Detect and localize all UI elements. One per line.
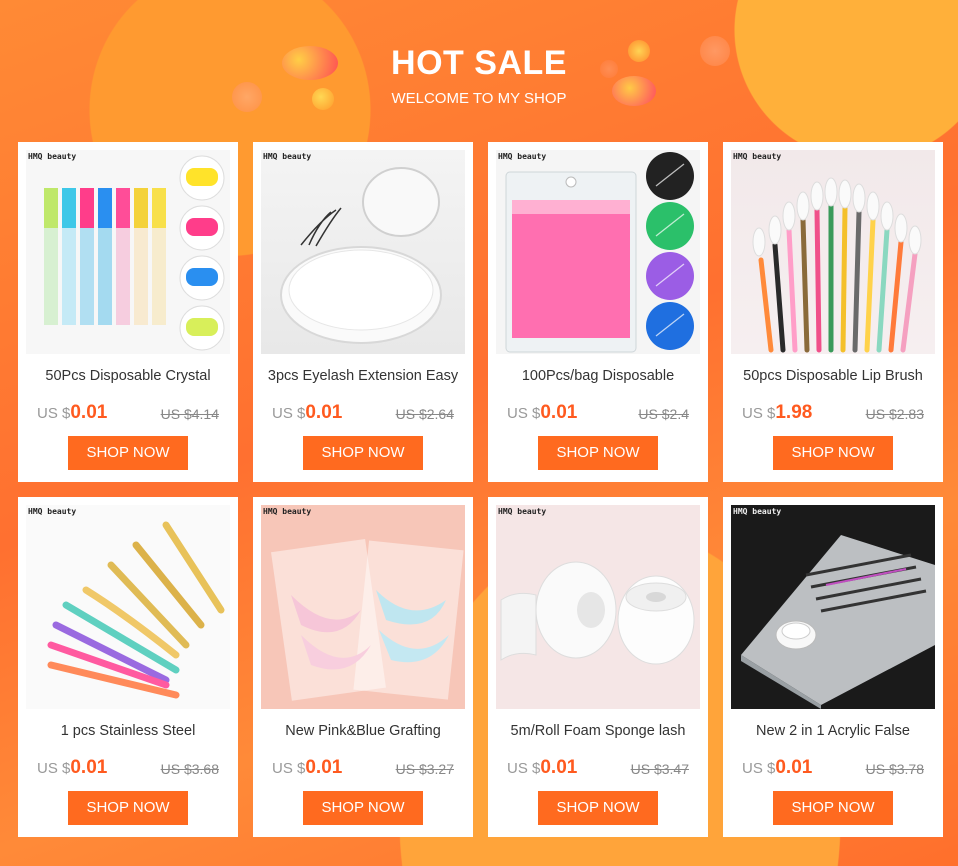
price-value: 0.01 [305,402,343,423]
current-price: US $0.01 [507,402,577,424]
mascara-wands-image[interactable]: HMQ beauty [26,150,230,354]
original-price: US $3.47 [630,761,689,777]
brand-label: HMQ beauty [498,507,547,516]
shop-now-button[interactable]: SHOP NOW [68,436,188,470]
product-card[interactable]: HMQ beauty New 2 in 1 Acrylic False US $… [723,497,943,837]
price-row: US $0.01 US $4.14 [37,400,219,424]
price-value: 0.01 [70,757,108,778]
product-name[interactable]: New 2 in 1 Acrylic False [723,723,943,739]
product-name[interactable]: 100Pcs/bag Disposable [488,368,708,384]
price-row: US $0.01 US $3.27 [272,755,454,779]
current-price: US $0.01 [37,757,107,779]
tweezers-image[interactable]: HMQ beauty [26,505,230,709]
brand-label: HMQ beauty [263,507,312,516]
currency-label: US $ [272,405,306,422]
price-row: US $0.01 US $3.78 [742,755,924,779]
page-header: HOT SALE WELCOME TO MY SHOP [0,0,958,130]
acrylic-holder-image[interactable]: HMQ beauty [731,505,935,709]
micro-brushes-image[interactable]: HMQ beauty [496,150,700,354]
price-row: US $0.01 US $2.4 [507,400,689,424]
original-price: US $2.83 [865,406,924,422]
shop-now-button[interactable]: SHOP NOW [538,436,658,470]
brand-label: HMQ beauty [28,152,77,161]
product-card[interactable]: HMQ beauty New Pink&Blue Grafting US $0.… [253,497,473,837]
shop-now-button[interactable]: SHOP NOW [68,791,188,825]
shop-now-button[interactable]: SHOP NOW [303,436,423,470]
page-title: HOT SALE [391,44,567,82]
original-price: US $4.14 [160,406,219,422]
current-price: US $1.98 [742,402,812,424]
shop-now-button[interactable]: SHOP NOW [538,791,658,825]
product-card[interactable]: HMQ beauty [723,142,943,482]
price-value: 0.01 [70,402,108,423]
product-name[interactable]: 50Pcs Disposable Crystal [18,368,238,384]
price-row: US $0.01 US $3.47 [507,755,689,779]
crystal-pallet-image[interactable]: HMQ beauty [261,150,465,354]
original-price: US $3.78 [865,761,924,777]
brand-label: HMQ beauty [263,152,312,161]
price-value: 0.01 [540,402,578,423]
product-card[interactable]: HMQ beauty 3pcs Eyelash Extension Easy U… [253,142,473,482]
price-value: 0.01 [775,757,813,778]
brand-label: HMQ beauty [733,152,782,161]
brand-label: HMQ beauty [28,507,77,516]
brand-label: HMQ beauty [498,152,547,161]
lip-brushes-image[interactable]: HMQ beauty [731,150,935,354]
currency-label: US $ [272,760,306,777]
product-name[interactable]: 3pcs Eyelash Extension Easy [253,368,473,384]
product-card[interactable]: HMQ beauty 100Pcs/bag Disposable US $0.0… [488,142,708,482]
price-value: 0.01 [305,757,343,778]
current-price: US $0.01 [507,757,577,779]
page-subtitle: WELCOME TO MY SHOP [391,90,567,107]
price-row: US $0.01 US $2.64 [272,400,454,424]
shop-now-button[interactable]: SHOP NOW [303,791,423,825]
product-card[interactable]: HMQ beauty [18,142,238,482]
product-name[interactable]: New Pink&Blue Grafting [253,723,473,739]
product-card[interactable]: HMQ beauty 1 pcs Stainless Steel US $0.0… [18,497,238,837]
shop-now-button[interactable]: SHOP NOW [773,791,893,825]
product-name[interactable]: 1 pcs Stainless Steel [18,723,238,739]
currency-label: US $ [742,405,776,422]
currency-label: US $ [37,760,71,777]
product-name[interactable]: 50pcs Disposable Lip Brush [723,368,943,384]
currency-label: US $ [742,760,776,777]
currency-label: US $ [37,405,71,422]
original-price: US $2.64 [395,406,454,422]
price-value: 1.98 [775,402,813,423]
product-grid: HMQ beauty 50Pcs Disposable Crystal US $… [18,142,943,837]
current-price: US $0.01 [37,402,107,424]
product-name[interactable]: 5m/Roll Foam Sponge lash [488,723,708,739]
product-card[interactable]: HMQ beauty 5m/Roll Foam Sponge lash US $… [488,497,708,837]
original-price: US $3.68 [160,761,219,777]
current-price: US $0.01 [272,402,342,424]
currency-label: US $ [507,405,541,422]
price-row: US $1.98 US $2.83 [742,400,924,424]
eye-pads-image[interactable]: HMQ beauty [261,505,465,709]
current-price: US $0.01 [742,757,812,779]
price-value: 0.01 [540,757,578,778]
current-price: US $0.01 [272,757,342,779]
price-row: US $0.01 US $3.68 [37,755,219,779]
shop-now-button[interactable]: SHOP NOW [773,436,893,470]
original-price: US $2.4 [638,406,689,422]
foam-tape-image[interactable]: HMQ beauty [496,505,700,709]
original-price: US $3.27 [395,761,454,777]
brand-label: HMQ beauty [733,507,782,516]
currency-label: US $ [507,760,541,777]
